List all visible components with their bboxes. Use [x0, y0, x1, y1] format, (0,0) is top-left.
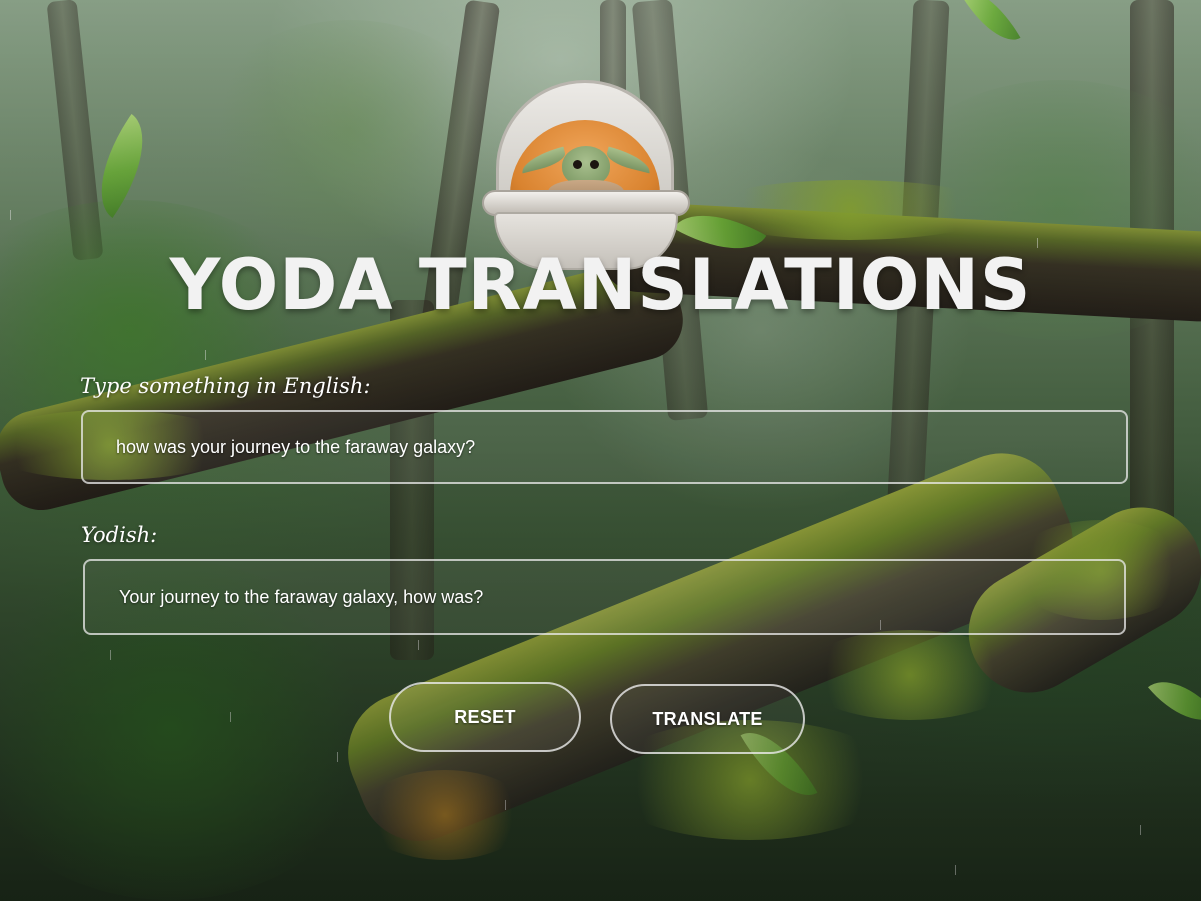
grogu-pod-icon	[478, 80, 694, 270]
grogu-eye	[590, 160, 599, 169]
grogu-eye	[573, 160, 582, 169]
english-input-label: Type something in English:	[80, 374, 371, 398]
page-title: YODA TRANSLATIONS	[169, 244, 1032, 326]
reset-button[interactable]: RESET	[389, 682, 581, 752]
yodish-output-field[interactable]: Your journey to the faraway galaxy, how …	[83, 559, 1126, 635]
translate-button[interactable]: TRANSLATE	[610, 684, 805, 754]
english-input-field[interactable]: how was your journey to the faraway gala…	[81, 410, 1128, 484]
yodish-output-label: Yodish:	[81, 523, 158, 547]
